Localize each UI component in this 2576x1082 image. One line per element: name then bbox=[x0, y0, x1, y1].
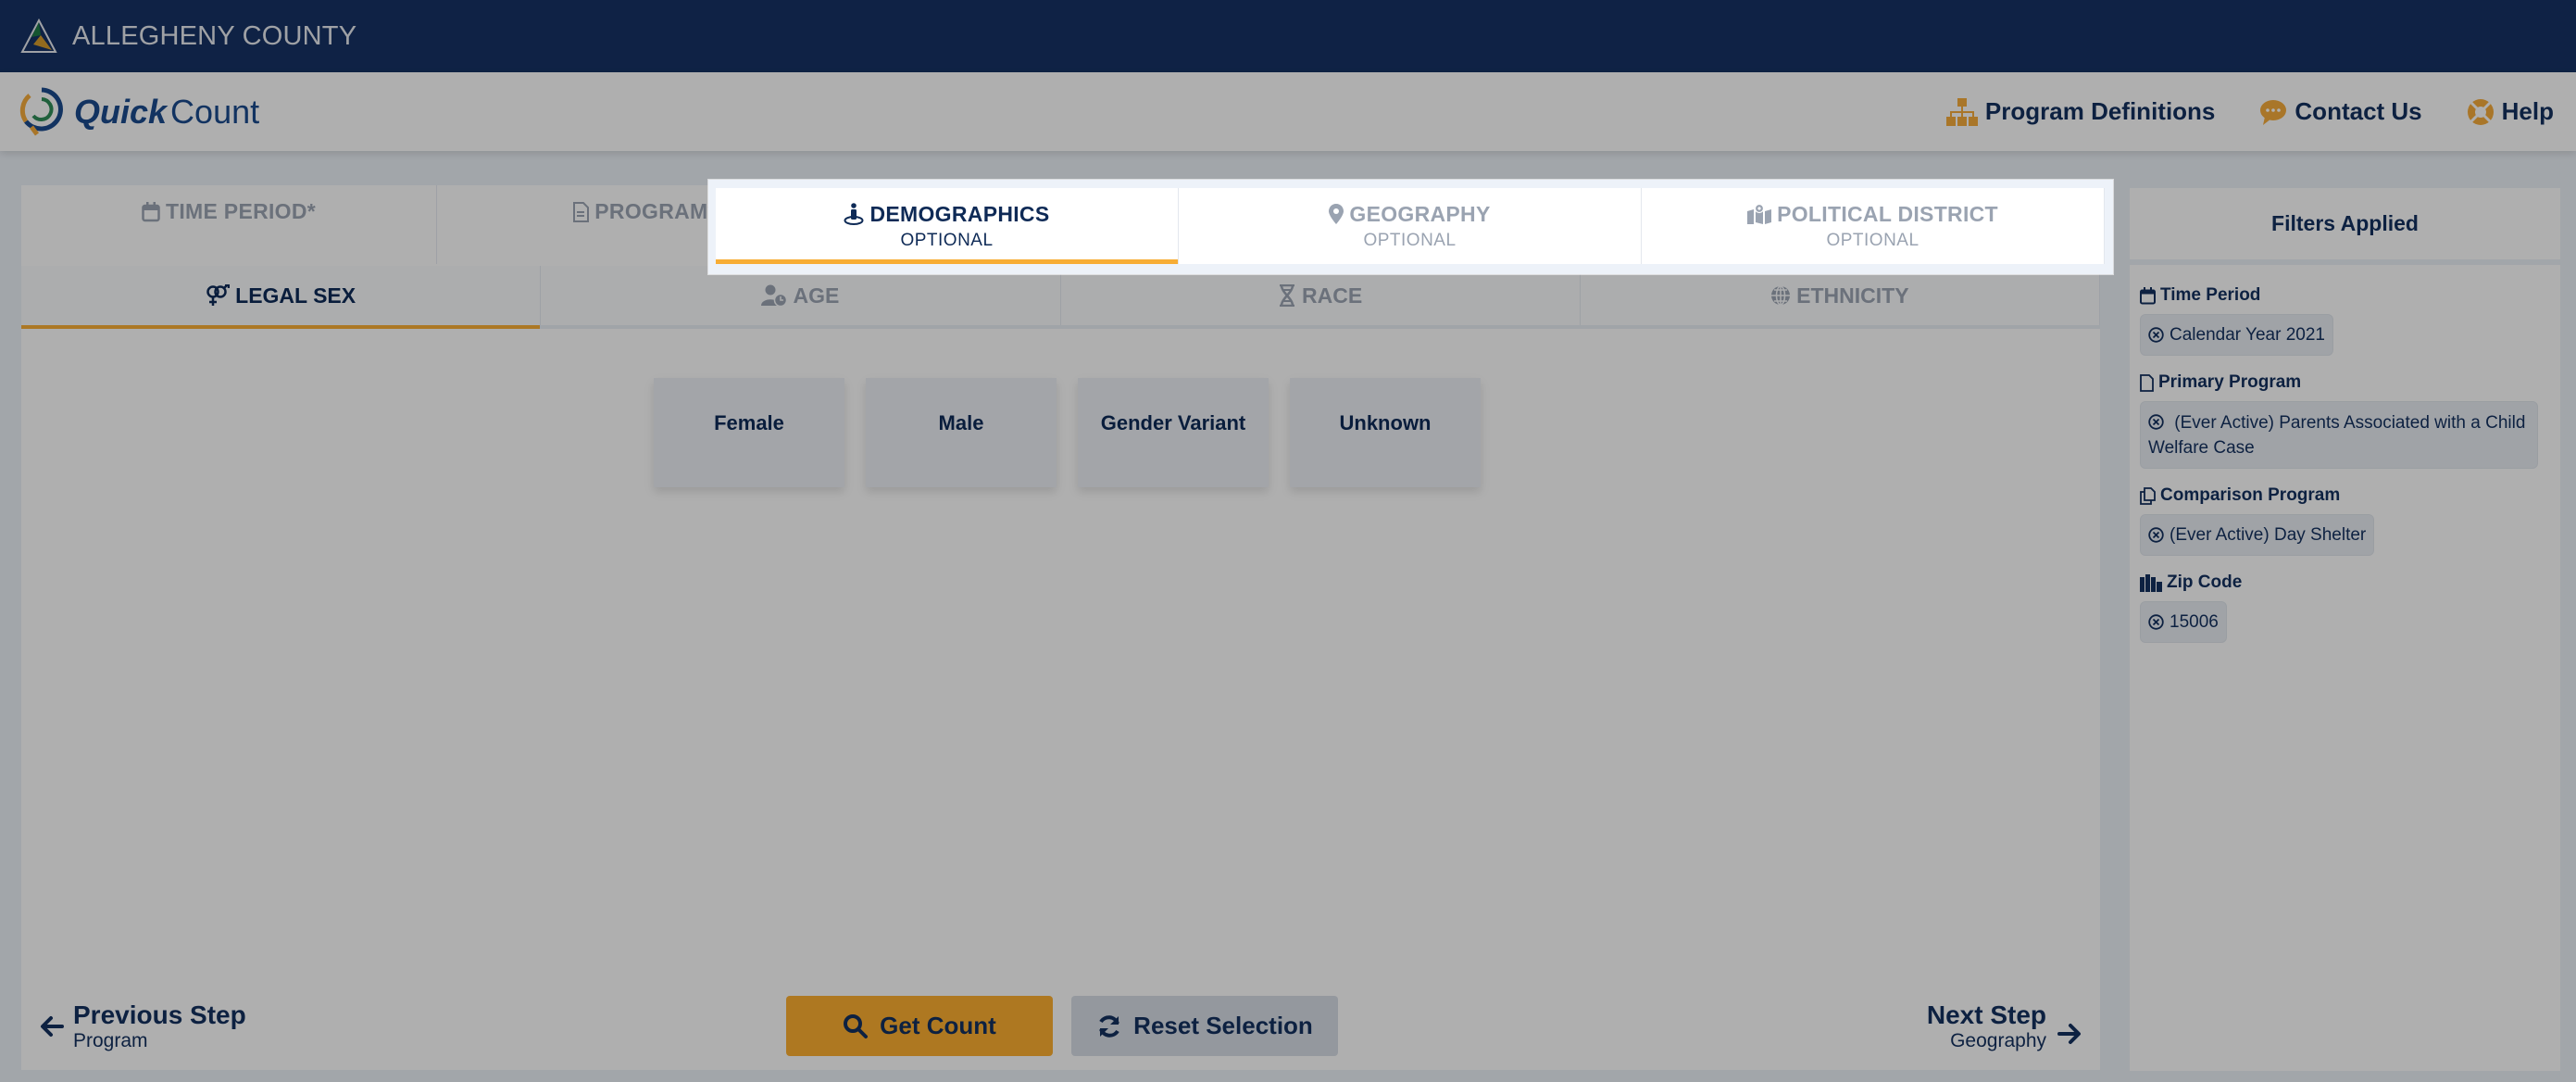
brand-quick: Quick bbox=[74, 92, 168, 131]
next-step-button[interactable]: Next Step Geography bbox=[1927, 1000, 2082, 1052]
file-icon bbox=[573, 201, 590, 222]
filter-chip[interactable]: (Ever Active) Day Shelter bbox=[2140, 514, 2375, 556]
header-nav: Program Definitions Contact Us Help bbox=[1902, 97, 2554, 127]
county-topbar: ALLEGHENY COUNTY bbox=[0, 0, 2576, 72]
filter-chip-label: (Ever Active) Day Shelter bbox=[2170, 525, 2367, 545]
remove-circle-icon[interactable] bbox=[2148, 614, 2164, 630]
filter-group-label: Zip Code bbox=[2167, 572, 2243, 592]
nav-help-label: Help bbox=[2501, 97, 2554, 125]
arrow-right-icon bbox=[2057, 1023, 2081, 1044]
filter-chip[interactable]: Calendar Year 2021 bbox=[2140, 314, 2333, 356]
quickcount-logo-icon bbox=[19, 87, 63, 135]
tab-political-district[interactable]: POLITICAL DISTRICT OPTIONAL bbox=[1642, 188, 2105, 264]
step-footer: Previous Step Program Get Count Reset Se… bbox=[21, 982, 2100, 1070]
tab-time-period[interactable]: TIME PERIOD* bbox=[21, 185, 437, 264]
tab-political-district-label: POLITICAL DISTRICT bbox=[1777, 201, 1998, 226]
globe-icon bbox=[1771, 285, 1791, 306]
tab-program-label: PROGRAM* bbox=[594, 199, 717, 223]
subtab-legal-sex[interactable]: LEGAL SEX bbox=[21, 266, 542, 329]
user-clock-icon bbox=[761, 284, 788, 307]
next-step-label: Next Step bbox=[1926, 1000, 2046, 1029]
reset-selection-label: Reset Selection bbox=[1133, 1012, 1313, 1039]
remove-circle-icon[interactable] bbox=[2148, 327, 2164, 343]
previous-step-button[interactable]: Previous Step Program bbox=[40, 1000, 246, 1052]
option-gender-variant[interactable]: Gender Variant bbox=[1078, 378, 1269, 487]
remove-circle-icon[interactable] bbox=[2148, 414, 2164, 430]
filter-group-label: Time Period bbox=[2160, 285, 2261, 305]
subtab-legal-sex-label: LEGAL SEX bbox=[235, 283, 356, 308]
calendar-icon bbox=[2140, 286, 2156, 304]
option-unknown[interactable]: Unknown bbox=[1290, 378, 1481, 487]
tab-geography-sub: OPTIONAL bbox=[1363, 230, 1457, 250]
tab-geography[interactable]: GEOGRAPHY OPTIONAL bbox=[1179, 188, 1642, 264]
nav-help[interactable]: Help bbox=[2467, 97, 2554, 126]
tab-demographics-label: DEMOGRAPHICS bbox=[869, 201, 1050, 226]
subtab-race-label: RACE bbox=[1302, 283, 1363, 308]
action-buttons: Get Count Reset Selection bbox=[786, 996, 1338, 1056]
filter-chip-label: Calendar Year 2021 bbox=[2170, 325, 2325, 345]
tab-time-period-label: TIME PERIOD* bbox=[165, 199, 317, 223]
venus-mars-icon bbox=[206, 284, 231, 306]
filter-group-time-period: Time Period Calendar Year 2021 bbox=[2140, 285, 2550, 363]
comment-icon bbox=[2260, 99, 2287, 125]
subtab-age[interactable]: AGE bbox=[541, 266, 1061, 325]
county-name: ALLEGHENY COUNTY bbox=[72, 20, 357, 51]
person-pin-icon bbox=[844, 203, 864, 225]
sitemap-icon bbox=[1945, 97, 1978, 126]
get-count-label: Get Count bbox=[880, 1012, 996, 1039]
previous-step-label: Previous Step bbox=[73, 1000, 246, 1029]
legal-sex-options: Female Male Gender Variant Unknown bbox=[654, 378, 1481, 487]
nav-contact-us-label: Contact Us bbox=[2295, 97, 2422, 125]
filter-chip-text: (Ever Active) Parents Associated with a … bbox=[2148, 409, 2530, 460]
dna-icon bbox=[1280, 284, 1295, 307]
file-icon bbox=[2140, 373, 2154, 392]
nav-program-definitions-label: Program Definitions bbox=[1984, 97, 2216, 125]
app-header: Quick Count Program Definitions Contact … bbox=[0, 72, 2576, 151]
sync-icon bbox=[1099, 1014, 1120, 1038]
highlighted-step-tabs: DEMOGRAPHICS OPTIONAL GEOGRAPHY OPTIONAL… bbox=[716, 188, 2105, 264]
map-marker-icon bbox=[1329, 204, 1344, 224]
filter-chip-label: (Ever Active) Parents Associated with a … bbox=[2148, 413, 2526, 458]
filters-title: Filters Applied bbox=[2130, 188, 2560, 259]
filters-list: Time Period Calendar Year 2021 Primary P… bbox=[2130, 265, 2560, 1071]
nav-program-definitions[interactable]: Program Definitions bbox=[1945, 97, 2216, 127]
tab-demographics-sub: OPTIONAL bbox=[900, 230, 994, 250]
filters-sidebar: Filters Applied Time Period Calendar Yea… bbox=[2130, 188, 2560, 1073]
tab-demographics[interactable]: DEMOGRAPHICS OPTIONAL bbox=[716, 188, 1179, 264]
brand-count: Count bbox=[170, 92, 260, 131]
city-icon bbox=[2140, 573, 2162, 592]
tab-political-district-sub: OPTIONAL bbox=[1826, 230, 1919, 250]
copy-icon bbox=[2140, 486, 2156, 505]
filter-group-label: Comparison Program bbox=[2160, 485, 2341, 505]
subtab-ethnicity[interactable]: ETHNICITY bbox=[1581, 266, 2100, 325]
calendar-icon bbox=[142, 201, 160, 221]
quickcount-logo[interactable]: Quick Count bbox=[19, 86, 259, 138]
subtab-ethnicity-label: ETHNICITY bbox=[1796, 283, 1909, 308]
remove-circle-icon[interactable] bbox=[2148, 527, 2164, 543]
filter-chip[interactable]: 15006 bbox=[2140, 601, 2227, 643]
filter-group-label: Primary Program bbox=[2158, 372, 2302, 392]
next-step-target: Geography bbox=[1950, 1029, 2046, 1051]
filter-group-comparison-program: Comparison Program (Ever Active) Day She… bbox=[2140, 485, 2550, 563]
county-logo-icon bbox=[20, 19, 57, 53]
option-male[interactable]: Male bbox=[866, 378, 1057, 487]
get-count-button[interactable]: Get Count bbox=[786, 996, 1053, 1056]
filter-chip[interactable]: (Ever Active) Parents Associated with a … bbox=[2140, 401, 2538, 469]
filter-chip-label: 15006 bbox=[2170, 612, 2219, 632]
demographic-subtabs: LEGAL SEX AGE RACE ETHNICITY bbox=[21, 266, 2100, 329]
search-icon bbox=[844, 1013, 869, 1038]
map-location-icon bbox=[1747, 204, 1772, 224]
previous-step-target: Program bbox=[73, 1029, 148, 1051]
life-ring-icon bbox=[2467, 98, 2494, 125]
subtab-age-label: AGE bbox=[793, 283, 840, 308]
option-female[interactable]: Female bbox=[654, 378, 844, 487]
nav-contact-us[interactable]: Contact Us bbox=[2259, 97, 2422, 126]
filter-group-zip-code: Zip Code 15006 bbox=[2140, 572, 2550, 650]
filter-group-primary-program: Primary Program (Ever Active) Parents As… bbox=[2140, 372, 2550, 476]
reset-selection-button[interactable]: Reset Selection bbox=[1071, 996, 1338, 1056]
tab-geography-label: GEOGRAPHY bbox=[1349, 201, 1491, 226]
arrow-left-icon bbox=[41, 1015, 64, 1037]
subtab-race[interactable]: RACE bbox=[1061, 266, 1581, 325]
